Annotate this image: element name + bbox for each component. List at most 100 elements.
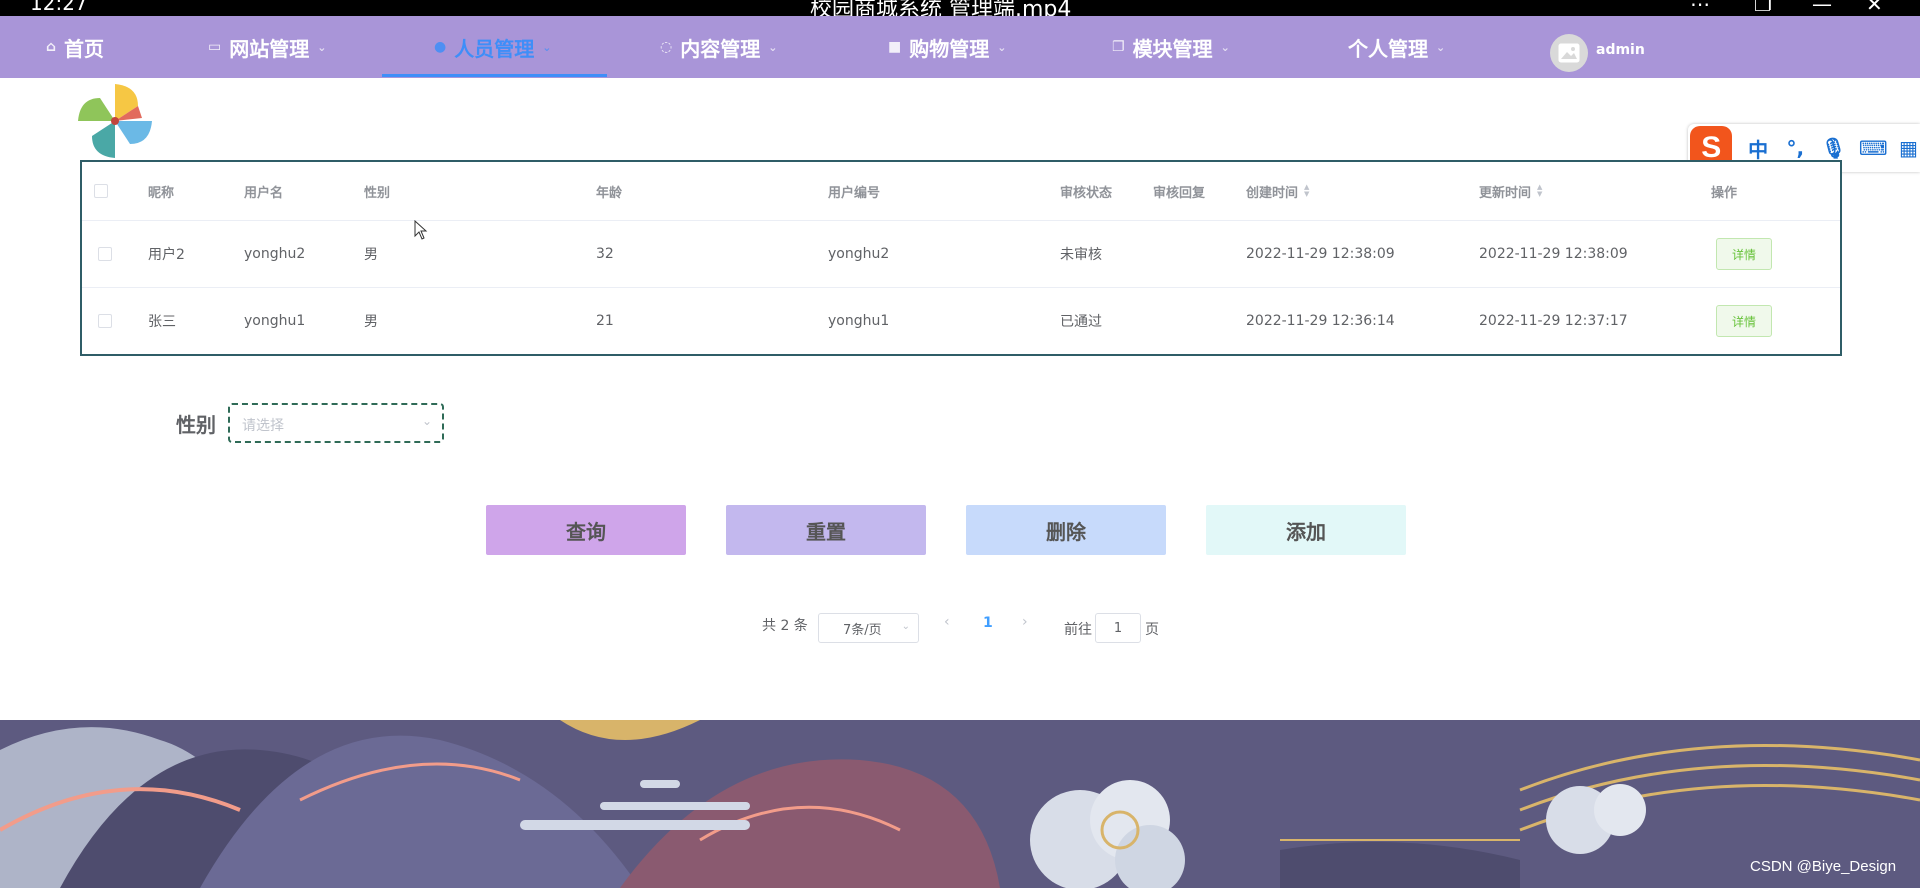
detail-button[interactable]: 详情 [1716, 305, 1772, 337]
col-updated-label: 更新时间 [1479, 185, 1532, 201]
minimize-icon[interactable]: — [1812, 0, 1832, 16]
pinwheel-logo [78, 84, 152, 158]
ime-punctuation-toggle[interactable]: °, [1784, 136, 1807, 160]
cell-gender: 男 [364, 247, 378, 263]
window-title: 校园商城系统 管理端.mp4 [810, 0, 1072, 16]
chevron-down-icon: ⌄ [317, 40, 327, 54]
avatar[interactable] [1550, 34, 1588, 72]
gender-filter-label: 性别 [176, 413, 216, 437]
image-icon [1558, 43, 1580, 63]
decorative-landscape [0, 720, 1920, 888]
nav-item-label: 内容管理 [680, 36, 761, 61]
pagination-total: 共 2 条 [762, 618, 808, 634]
reset-button[interactable]: 重置 [726, 505, 926, 555]
nav-item-label: 购物管理 [909, 36, 990, 61]
cell-age: 21 [596, 313, 614, 329]
top-nav: ⌂ 首页 ▭ 网站管理 ⌄ ● 人员管理 ⌄ ◌ 内容管理 ⌄ ■ 购物管理 ⌄… [0, 16, 1920, 78]
select-placeholder: 请选择 [242, 418, 284, 434]
nav-item-label: 个人管理 [1348, 36, 1428, 61]
cell-age: 32 [596, 246, 614, 262]
col-user-id: 用户编号 [828, 185, 881, 201]
mouse-cursor-icon [414, 220, 428, 240]
user-icon: ● [434, 39, 447, 55]
microphone-icon[interactable]: 🎙 [1821, 136, 1846, 160]
clock: 12:27 [30, 0, 88, 15]
select-all-checkbox[interactable] [94, 184, 108, 198]
nav-item-personal[interactable]: 个人管理 ⌄ [1348, 16, 1445, 78]
col-nickname: 昵称 [148, 185, 175, 201]
cell-updated-time: 2022-11-29 12:38:09 [1479, 246, 1628, 262]
menu-icon[interactable]: ⋯ [1690, 0, 1710, 16]
ime-language-toggle[interactable]: 中 [1746, 134, 1769, 163]
page-size-select[interactable]: 7条/页 ⌄ [818, 613, 919, 643]
cell-created-time: 2022-11-29 12:36:14 [1246, 313, 1395, 329]
lock-icon: ■ [888, 39, 902, 55]
gender-select[interactable]: 请选择 ⌄ [228, 403, 444, 443]
chevron-down-icon: ⌄ [997, 40, 1007, 54]
window-titlebar: 12:27 校园商城系统 管理端.mp4 ⋯ ❐ — ✕ [0, 0, 1920, 16]
sort-icon[interactable]: ▲ ▼ [1304, 184, 1309, 198]
goto-page-input[interactable]: 1 [1095, 613, 1141, 643]
row-checkbox[interactable] [98, 247, 112, 261]
table-header: 昵称 用户名 性别 年龄 用户编号 审核状态 审核回复 创建时间 ▲ ▼ 更新时间… [82, 162, 1840, 221]
user-table: 昵称 用户名 性别 年龄 用户编号 审核状态 审核回复 创建时间 ▲ ▼ 更新时间… [80, 160, 1842, 356]
nav-item-module[interactable]: ❐ 模块管理 ⌄ [1112, 16, 1230, 78]
page-number-current[interactable]: 1 [983, 615, 993, 631]
prev-page-icon[interactable]: ‹ [944, 614, 950, 630]
goto-label: 前往 [1064, 622, 1092, 638]
query-button[interactable]: 查询 [486, 505, 686, 555]
sort-icon[interactable]: ▲ ▼ [1537, 184, 1542, 198]
cell-review-status: 已通过 [1060, 314, 1102, 330]
active-tab-indicator [382, 74, 607, 77]
chevron-down-icon: ⌄ [421, 414, 432, 428]
home-icon: ⌂ [46, 39, 57, 55]
nav-item-people[interactable]: ● 人员管理 ⌄ [434, 16, 551, 78]
cell-nickname: 张三 [148, 314, 176, 330]
watermark: CSDN @Biye_Design [1750, 858, 1897, 875]
page-unit-label: 页 [1145, 622, 1159, 638]
copy-icon: ❐ [1112, 39, 1125, 55]
chevron-down-icon: ⌄ [901, 621, 910, 632]
message-icon: ◌ [660, 39, 673, 55]
restore-icon[interactable]: ❐ [1754, 0, 1772, 16]
col-created-label: 创建时间 [1246, 185, 1299, 201]
col-age: 年龄 [596, 185, 623, 201]
nav-item-home[interactable]: ⌂ 首页 [46, 16, 104, 78]
cell-user-id: yonghu1 [828, 313, 890, 329]
col-review-reply: 审核回复 [1153, 185, 1206, 201]
nav-item-label: 人员管理 [454, 36, 535, 61]
table-row: 张三 yonghu1 男 21 yonghu1 已通过 2022-11-29 1… [82, 288, 1840, 354]
chevron-down-icon: ⌄ [542, 40, 552, 54]
close-icon[interactable]: ✕ [1866, 0, 1883, 16]
add-button[interactable]: 添加 [1206, 505, 1406, 555]
cell-created-time: 2022-11-29 12:38:09 [1246, 246, 1395, 262]
cell-gender: 男 [364, 314, 378, 330]
username[interactable]: admin [1596, 42, 1645, 58]
nav-item-label: 网站管理 [229, 36, 310, 61]
col-actions: 操作 [1711, 185, 1738, 201]
next-page-icon[interactable]: › [1022, 614, 1028, 630]
chevron-down-icon: ⌄ [1436, 40, 1446, 54]
delete-button[interactable]: 删除 [966, 505, 1166, 555]
detail-button[interactable]: 详情 [1716, 238, 1772, 270]
cell-nickname: 用户2 [148, 247, 185, 263]
nav-item-site[interactable]: ▭ 网站管理 ⌄ [208, 16, 326, 78]
row-checkbox[interactable] [98, 314, 112, 328]
cell-username: yonghu2 [244, 246, 306, 262]
col-created-time[interactable]: 创建时间 ▲ ▼ [1246, 162, 1309, 220]
col-updated-time[interactable]: 更新时间 ▲ ▼ [1479, 162, 1542, 220]
chevron-down-icon: ⌄ [768, 40, 778, 54]
keyboard-icon[interactable]: ⌨ [1859, 136, 1888, 160]
landscape-illustration [0, 720, 1920, 888]
chevron-down-icon: ⌄ [1220, 40, 1230, 54]
nav-item-label: 首页 [64, 36, 105, 61]
grid-icon[interactable]: ▦ [1897, 136, 1920, 160]
col-gender: 性别 [364, 185, 391, 201]
nav-item-content[interactable]: ◌ 内容管理 ⌄ [660, 16, 777, 78]
col-review-status: 审核状态 [1060, 185, 1113, 201]
cell-review-status: 未审核 [1060, 247, 1102, 263]
nav-item-shopping[interactable]: ■ 购物管理 ⌄ [888, 16, 1006, 78]
page-size-value: 7条/页 [843, 622, 882, 638]
col-username: 用户名 [244, 185, 284, 201]
nav-item-label: 模块管理 [1132, 36, 1213, 61]
